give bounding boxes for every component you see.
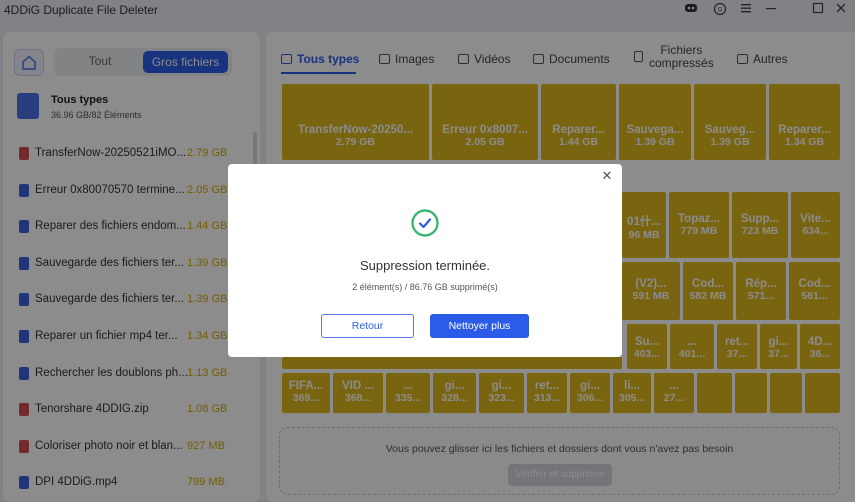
completion-dialog: ✕ Suppression terminée. 2 élément(s) / 8…: [228, 164, 622, 357]
dialog-title: Suppression terminée.: [359, 258, 491, 273]
clean-more-button[interactable]: Nettoyer plus: [430, 314, 529, 338]
back-button[interactable]: Retour: [321, 314, 414, 338]
dialog-subtitle: 2 élément(s) / 86.76 GB supprimé(s): [352, 282, 498, 292]
success-check-icon: [411, 209, 439, 237]
close-icon[interactable]: ✕: [600, 169, 614, 183]
